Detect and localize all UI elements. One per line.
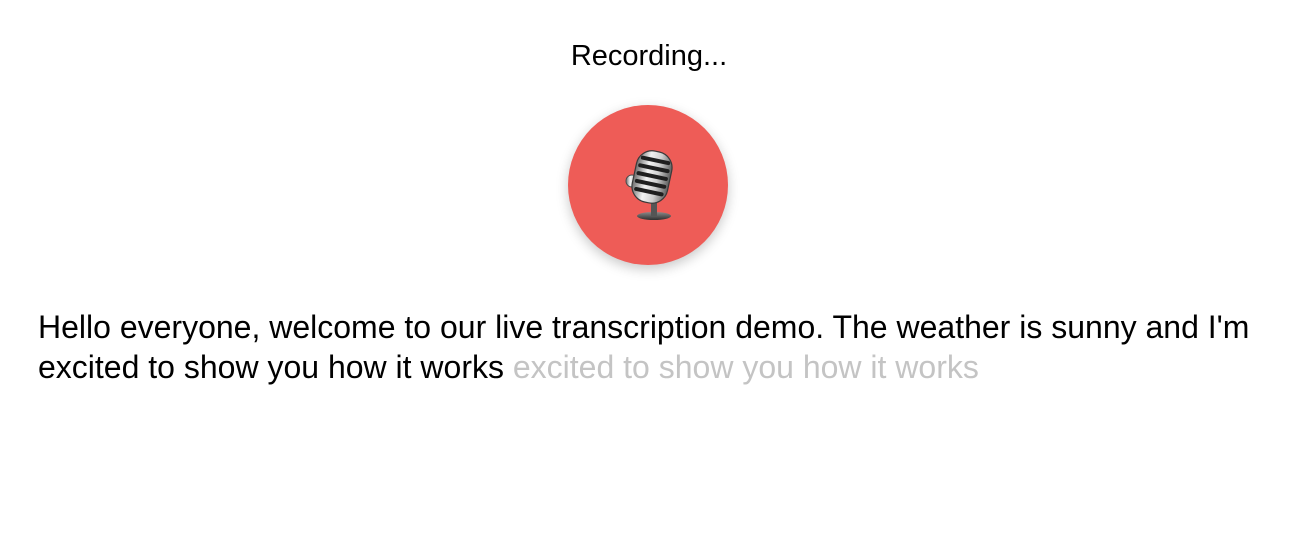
transcript-text: Hello everyone, welcome to our live tran… bbox=[38, 307, 1260, 387]
recording-status: Recording... bbox=[570, 40, 728, 72]
transcription-page: Recording... Hello everyone, welcome to … bbox=[0, 0, 1298, 552]
record-button[interactable] bbox=[568, 105, 728, 265]
interim-transcript: excited to show you how it works bbox=[512, 349, 979, 385]
microphone-icon bbox=[625, 150, 673, 220]
